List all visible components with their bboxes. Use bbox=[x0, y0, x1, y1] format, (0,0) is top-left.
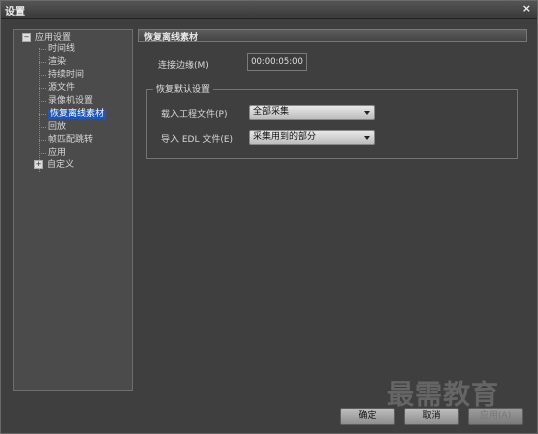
tree-item-playback[interactable]: 回放 bbox=[48, 121, 66, 133]
margin-timecode-input[interactable]: 00:00:05:00 bbox=[247, 53, 307, 71]
tree-root-custom[interactable]: + 自定义 bbox=[34, 159, 74, 171]
tree-item-label: 时间线 bbox=[48, 44, 76, 54]
settings-window: 设置 × − 应用设置 时间线 渲染 持续时间 源文件 录像机设置 恢复离线素材 … bbox=[0, 0, 538, 434]
tree-connector bbox=[39, 114, 46, 115]
tree-item-restore-offline-clip[interactable]: 恢复离线素材 bbox=[48, 108, 107, 120]
chevron-down-icon bbox=[364, 111, 370, 115]
tree-root-label: 应用设置 bbox=[35, 33, 72, 43]
tree-item-application[interactable]: 应用 bbox=[48, 147, 66, 159]
restore-defaults-group bbox=[146, 89, 518, 159]
tree-item-match-frame[interactable]: 帧匹配跳转 bbox=[48, 134, 93, 146]
tree-item-source-file[interactable]: 源文件 bbox=[48, 82, 75, 94]
tree-item-render[interactable]: 渲染 bbox=[48, 56, 66, 68]
tree-item-label-selected: 恢复离线素材 bbox=[48, 109, 107, 119]
tree-item-deck-settings[interactable]: 录像机设置 bbox=[48, 95, 93, 107]
title-bar: 设置 × bbox=[1, 1, 537, 19]
panel-header: 恢复离线素材 bbox=[138, 29, 527, 43]
import-edl-select[interactable]: 采集用到的部分 bbox=[249, 130, 375, 145]
tree-connector bbox=[39, 153, 46, 154]
tree-connector bbox=[39, 62, 46, 63]
tree-connector bbox=[39, 101, 46, 102]
watermark-logo: 最需教育 bbox=[387, 380, 499, 411]
import-edl-value: 采集用到的部分 bbox=[253, 132, 317, 142]
tree-item-label: 帧匹配跳转 bbox=[48, 135, 94, 145]
tree-root-label: 自定义 bbox=[47, 160, 75, 170]
tree-item-timeline[interactable]: 时间线 bbox=[48, 43, 75, 55]
tree-connector bbox=[39, 75, 46, 76]
tree-connector bbox=[39, 140, 46, 141]
cancel-button[interactable]: 取消 bbox=[404, 408, 459, 425]
margin-label: 连接边缘(M) bbox=[158, 61, 209, 71]
tree-item-label: 回放 bbox=[48, 122, 67, 132]
expand-icon[interactable]: + bbox=[34, 160, 43, 169]
tree-item-label: 录像机设置 bbox=[48, 96, 94, 106]
window-title: 设置 bbox=[5, 7, 25, 18]
ok-button[interactable]: 确定 bbox=[340, 408, 395, 425]
apply-button[interactable]: 应用(A) bbox=[468, 408, 523, 425]
import-edl-label: 导入 EDL 文件(E) bbox=[161, 135, 234, 145]
tree-item-label: 应用 bbox=[48, 148, 67, 158]
chevron-down-icon bbox=[364, 136, 370, 140]
settings-tree: − 应用设置 时间线 渲染 持续时间 源文件 录像机设置 恢复离线素材 回放 帧匹… bbox=[13, 29, 133, 391]
tree-item-duration[interactable]: 持续时间 bbox=[48, 69, 84, 81]
close-icon[interactable]: × bbox=[522, 2, 531, 15]
group-title: 恢复默认设置 bbox=[153, 82, 214, 95]
load-project-select[interactable]: 全部采集 bbox=[249, 105, 375, 120]
load-project-label: 载入工程文件(P) bbox=[161, 110, 228, 120]
tree-item-label: 渲染 bbox=[48, 57, 67, 67]
tree-connector bbox=[39, 49, 46, 50]
tree-item-label: 持续时间 bbox=[48, 70, 85, 80]
tree-connector bbox=[39, 127, 46, 128]
collapse-icon[interactable]: − bbox=[22, 33, 31, 42]
load-project-value: 全部采集 bbox=[253, 107, 290, 117]
panel-title: 恢复离线素材 bbox=[144, 33, 199, 43]
tree-connector bbox=[39, 88, 46, 89]
tree-item-label: 源文件 bbox=[48, 83, 76, 93]
